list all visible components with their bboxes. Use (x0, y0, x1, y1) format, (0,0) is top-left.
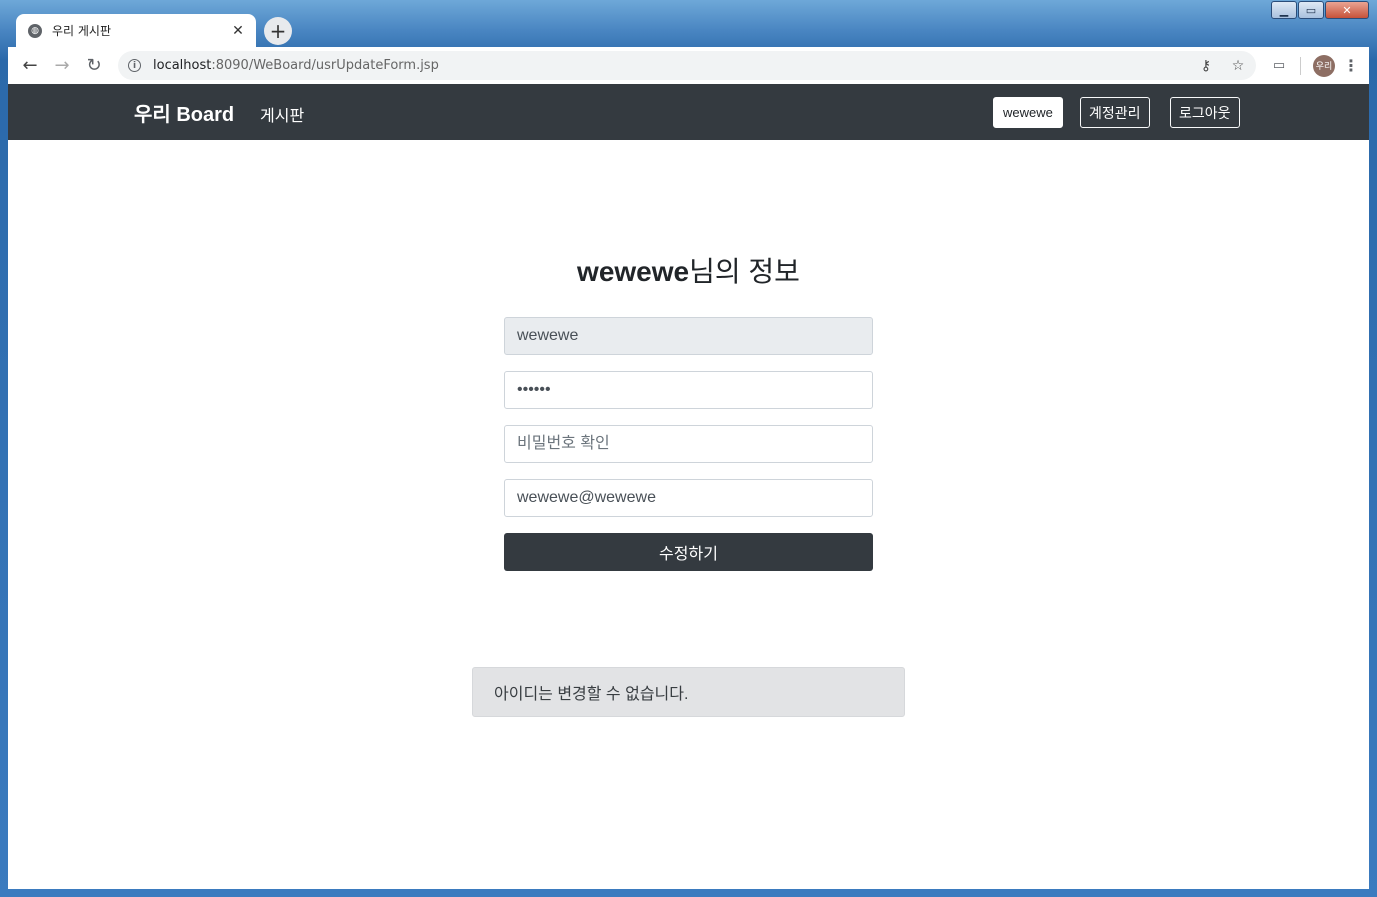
more-menu-icon[interactable]: ⋮ (1341, 56, 1361, 75)
email-field[interactable] (504, 479, 873, 517)
key-icon[interactable]: ⚷ (1198, 58, 1214, 74)
window-controls: ▁ ▭ ✕ (1270, 1, 1369, 19)
browser-tab[interactable]: ◍ 우리 게시판 ✕ (16, 14, 256, 47)
title-suffix: 님의 정보 (689, 256, 800, 287)
password-confirm-field[interactable] (504, 425, 873, 463)
back-arrow-icon[interactable]: ← (14, 50, 46, 82)
profile-avatar[interactable]: 우리 (1313, 54, 1335, 77)
address-bar[interactable]: i localhost:8090/WeBoard/usrUpdateForm.j… (118, 51, 1256, 80)
toolbar-right: ▭ 우리 ⋮ (1264, 51, 1361, 80)
info-icon[interactable]: i (128, 59, 141, 72)
toolbar-divider (1300, 56, 1301, 75)
forward-arrow-icon[interactable]: → (46, 50, 78, 82)
page-viewport: 우리 Board 게시판 wewewe 계정관리 로그아웃 wewewe님의 정… (8, 84, 1369, 889)
alert-message: 아이디는 변경할 수 없습니다. (494, 686, 689, 703)
brand-link[interactable]: 우리 Board (134, 98, 234, 127)
account-settings-button[interactable]: 계정관리 (1080, 97, 1150, 128)
maximize-button[interactable]: ▭ (1298, 1, 1324, 19)
minimize-button[interactable]: ▁ (1271, 1, 1297, 19)
close-window-button[interactable]: ✕ (1325, 1, 1369, 19)
site-navbar: 우리 Board 게시판 wewewe 계정관리 로그아웃 (8, 84, 1369, 140)
browser-window: ▁ ▭ ✕ ◍ 우리 게시판 ✕ + ← → ↻ i localhost:809… (0, 0, 1377, 897)
star-icon[interactable]: ☆ (1230, 58, 1246, 74)
browser-toolbar: ← → ↻ i localhost:8090/WeBoard/usrUpdate… (8, 47, 1369, 84)
info-alert: 아이디는 변경할 수 없습니다. (472, 667, 905, 717)
tab-title: 우리 게시판 (52, 24, 112, 38)
reload-icon[interactable]: ↻ (78, 50, 110, 82)
password-field[interactable] (504, 371, 873, 409)
title-username: wewewe (577, 256, 690, 287)
logout-button[interactable]: 로그아웃 (1170, 97, 1240, 128)
url-text[interactable]: localhost:8090/WeBoard/usrUpdateForm.jsp (153, 58, 1182, 73)
update-submit-button[interactable]: 수정하기 (504, 533, 873, 571)
close-tab-icon[interactable]: ✕ (230, 23, 246, 39)
cast-icon[interactable]: ▭ (1264, 58, 1294, 73)
page-title: wewewe님의 정보 (8, 250, 1369, 290)
globe-icon: ◍ (28, 23, 42, 38)
user-id-field[interactable] (504, 317, 873, 355)
new-tab-button[interactable]: + (264, 17, 292, 45)
user-button[interactable]: wewewe (993, 97, 1063, 128)
board-link[interactable]: 게시판 (260, 102, 304, 126)
